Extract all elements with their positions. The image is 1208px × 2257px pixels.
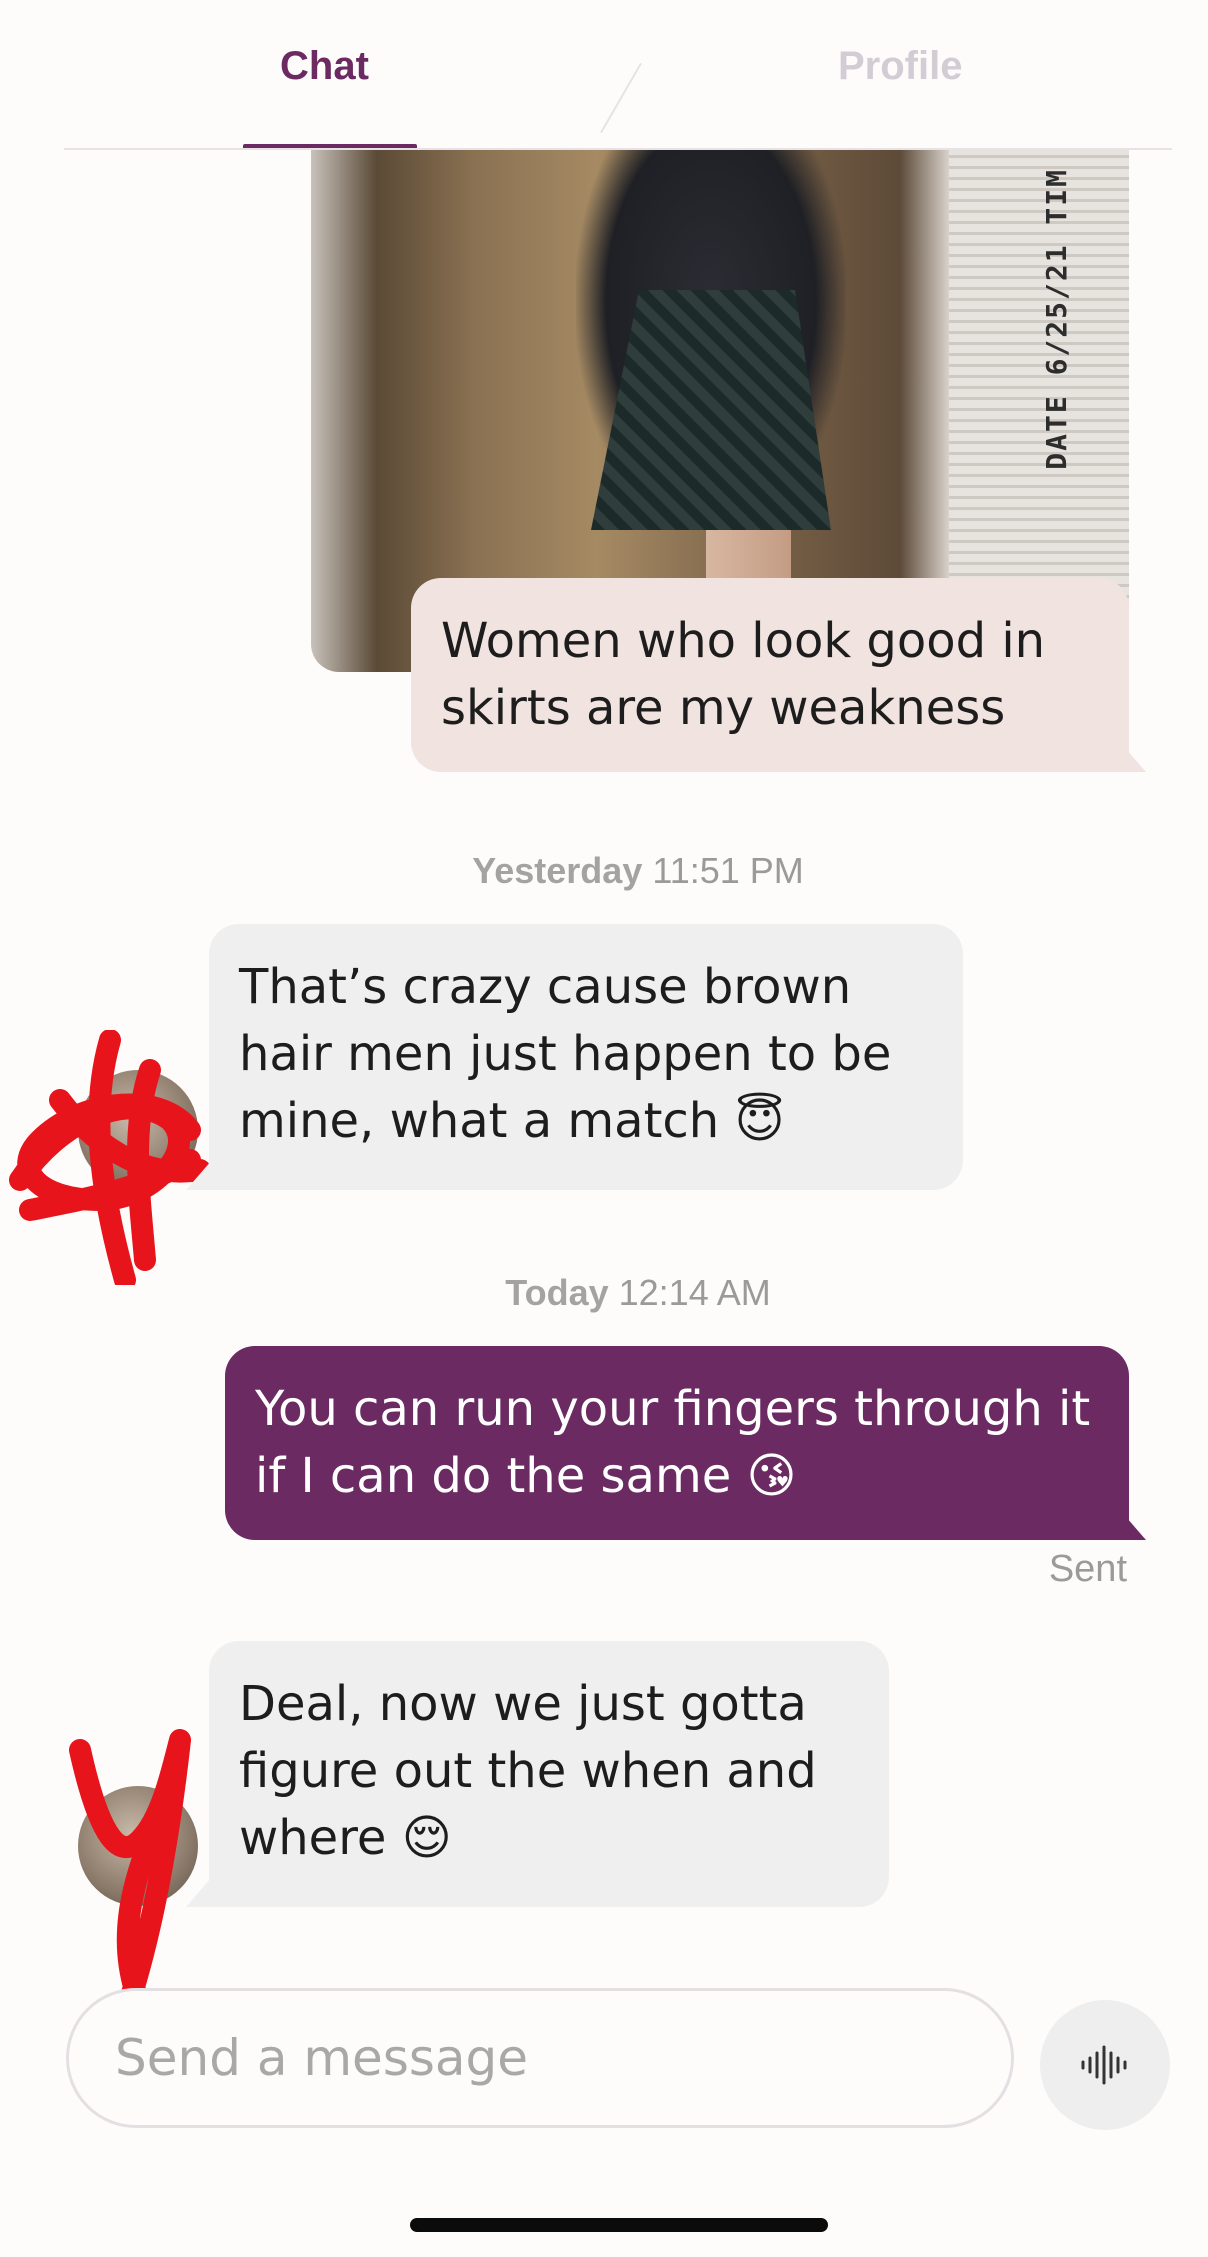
tab-bar: Chat Profile	[0, 0, 1208, 150]
home-indicator[interactable]	[410, 2218, 828, 2232]
timestamp-day: Yesterday	[472, 850, 643, 891]
timestamp-time: 12:14 AM	[618, 1272, 771, 1313]
avatar[interactable]	[78, 1786, 198, 1906]
tab-chat[interactable]: Chat	[280, 44, 369, 89]
tab-profile[interactable]: Profile	[838, 44, 962, 89]
message-text: Women who look good in skirts are my wea…	[441, 613, 1046, 736]
message-bubble-outgoing[interactable]: Women who look good in skirts are my wea…	[411, 578, 1129, 772]
timestamp-day: Today	[505, 1272, 609, 1313]
voice-message-button[interactable]	[1040, 2000, 1170, 2130]
halo-smile-emoji: 😇	[734, 1093, 785, 1149]
message-input[interactable]	[115, 2029, 1011, 2087]
avatar[interactable]	[78, 1070, 198, 1190]
photo-date-stamp: DATE 6/25/21 TIM	[1040, 168, 1073, 470]
bubble-tail	[186, 1877, 212, 1907]
message-composer	[66, 1988, 1014, 2128]
bubble-tail	[186, 1160, 212, 1190]
message-text: You can run your fingers through it if I…	[255, 1381, 1091, 1504]
message-timestamp: Today 12:14 AM	[34, 1272, 1208, 1314]
message-text: Deal, now we just gotta figure out the w…	[239, 1676, 817, 1866]
timestamp-time: 11:51 PM	[652, 850, 804, 891]
message-bubble-incoming[interactable]: Deal, now we just gotta figure out the w…	[209, 1641, 889, 1907]
voice-waveform-icon	[1081, 2045, 1127, 2085]
message-bubble-outgoing[interactable]: You can run your fingers through it if I…	[225, 1346, 1129, 1540]
relieved-emoji: 😌	[401, 1810, 452, 1866]
message-timestamp: Yesterday 11:51 PM	[34, 850, 1208, 892]
tab-separator	[600, 62, 642, 134]
message-bubble-incoming[interactable]: That’s crazy cause brown hair men just h…	[209, 924, 963, 1190]
kissing-emoji: 😘	[746, 1448, 797, 1504]
sent-status: Sent	[1048, 1548, 1127, 1590]
message-text: That’s crazy cause brown hair men just h…	[239, 959, 892, 1149]
